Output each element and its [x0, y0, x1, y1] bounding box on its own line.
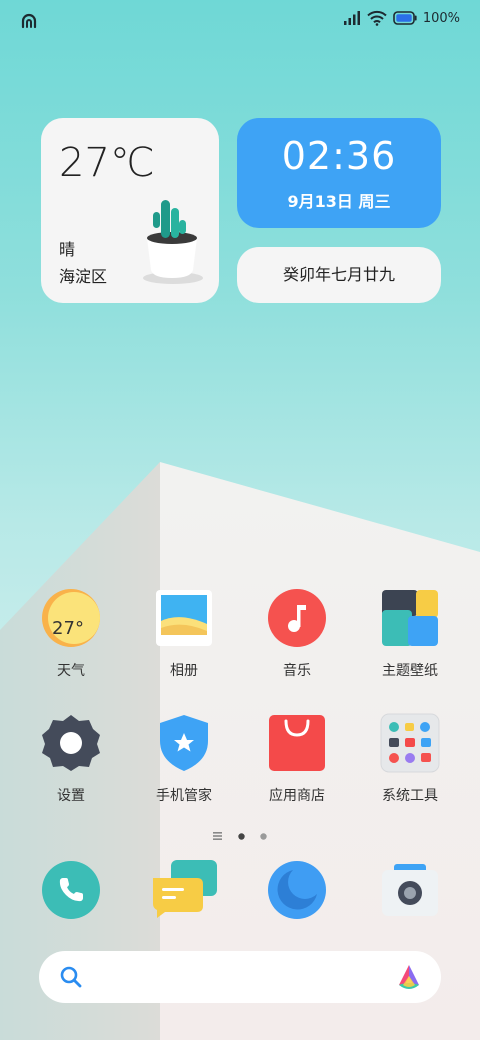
- dock-browser[interactable]: [242, 860, 352, 920]
- battery-percent: 100%: [422, 10, 460, 26]
- clock-widget[interactable]: 02:36 9月13日 周三: [237, 118, 441, 228]
- tools-folder-icon: [380, 713, 440, 773]
- page-dot-active: [237, 825, 245, 844]
- weather-widget[interactable]: 27℃ 晴 海淀区: [41, 118, 219, 303]
- weather-icon: 27°: [42, 589, 100, 647]
- app-label: 系统工具: [382, 788, 438, 804]
- phone-icon: [42, 861, 100, 919]
- app-label: 相册: [170, 663, 198, 679]
- cactus-plant-icon: [143, 200, 203, 284]
- browser-icon: [268, 861, 326, 919]
- dock-camera[interactable]: [355, 860, 465, 920]
- search-bar[interactable]: [39, 951, 441, 1003]
- battery-icon: [393, 11, 417, 25]
- dock-phone[interactable]: [16, 860, 126, 920]
- weather-condition: 晴: [59, 240, 76, 259]
- weather-icon-text: 27°: [52, 618, 84, 639]
- music-icon: [268, 589, 326, 647]
- weather-temperature: 27℃: [59, 140, 155, 186]
- lunar-date: 癸卯年七月廿九: [282, 265, 395, 284]
- settings-gear-icon: [42, 715, 100, 771]
- app-store-bag-icon: [269, 715, 325, 771]
- dock-messages[interactable]: [129, 860, 239, 920]
- page-list-icon: [213, 825, 223, 844]
- app-label: 应用商店: [269, 788, 325, 804]
- app-label: 手机管家: [156, 788, 212, 804]
- app-label: 主题壁纸: [382, 663, 438, 679]
- themes-icon: [382, 590, 438, 646]
- status-bar: 100%: [0, 10, 480, 34]
- page-indicator[interactable]: [0, 824, 480, 844]
- app-themes[interactable]: 主题壁纸: [355, 588, 465, 680]
- app-music[interactable]: 音乐: [242, 588, 352, 680]
- clock-time: 02:36: [281, 134, 397, 178]
- app-gallery[interactable]: 相册: [129, 588, 239, 680]
- messages-icon: [153, 860, 217, 918]
- search-icon: [60, 966, 82, 988]
- page-dot: [259, 825, 267, 844]
- gallery-icon: [156, 590, 212, 646]
- app-label: 设置: [57, 788, 85, 804]
- app-settings[interactable]: 设置: [16, 713, 126, 805]
- app-label: 音乐: [283, 663, 311, 679]
- weather-location: 海淀区: [59, 267, 108, 286]
- voice-assistant-icon[interactable]: [395, 963, 423, 991]
- app-label: 天气: [57, 663, 85, 679]
- app-tools-folder[interactable]: 系统工具: [355, 713, 465, 805]
- app-security[interactable]: 手机管家: [129, 713, 239, 805]
- home-screen: 100% 27℃ 晴 海淀区 02:36 9月13日 周三 癸卯年七月廿九 27…: [0, 0, 480, 1040]
- camera-icon: [382, 864, 438, 916]
- wifi-icon: [367, 10, 387, 26]
- signal-icon: [343, 11, 360, 25]
- lunar-calendar-widget[interactable]: 癸卯年七月廿九: [237, 247, 441, 303]
- clock-date: 9月13日 周三: [287, 192, 391, 211]
- hyper-logo-icon: [21, 13, 37, 29]
- app-weather[interactable]: 27° 天气: [16, 588, 126, 680]
- search-input[interactable]: [95, 961, 379, 995]
- app-store[interactable]: 应用商店: [242, 713, 352, 805]
- security-shield-icon: [160, 715, 208, 771]
